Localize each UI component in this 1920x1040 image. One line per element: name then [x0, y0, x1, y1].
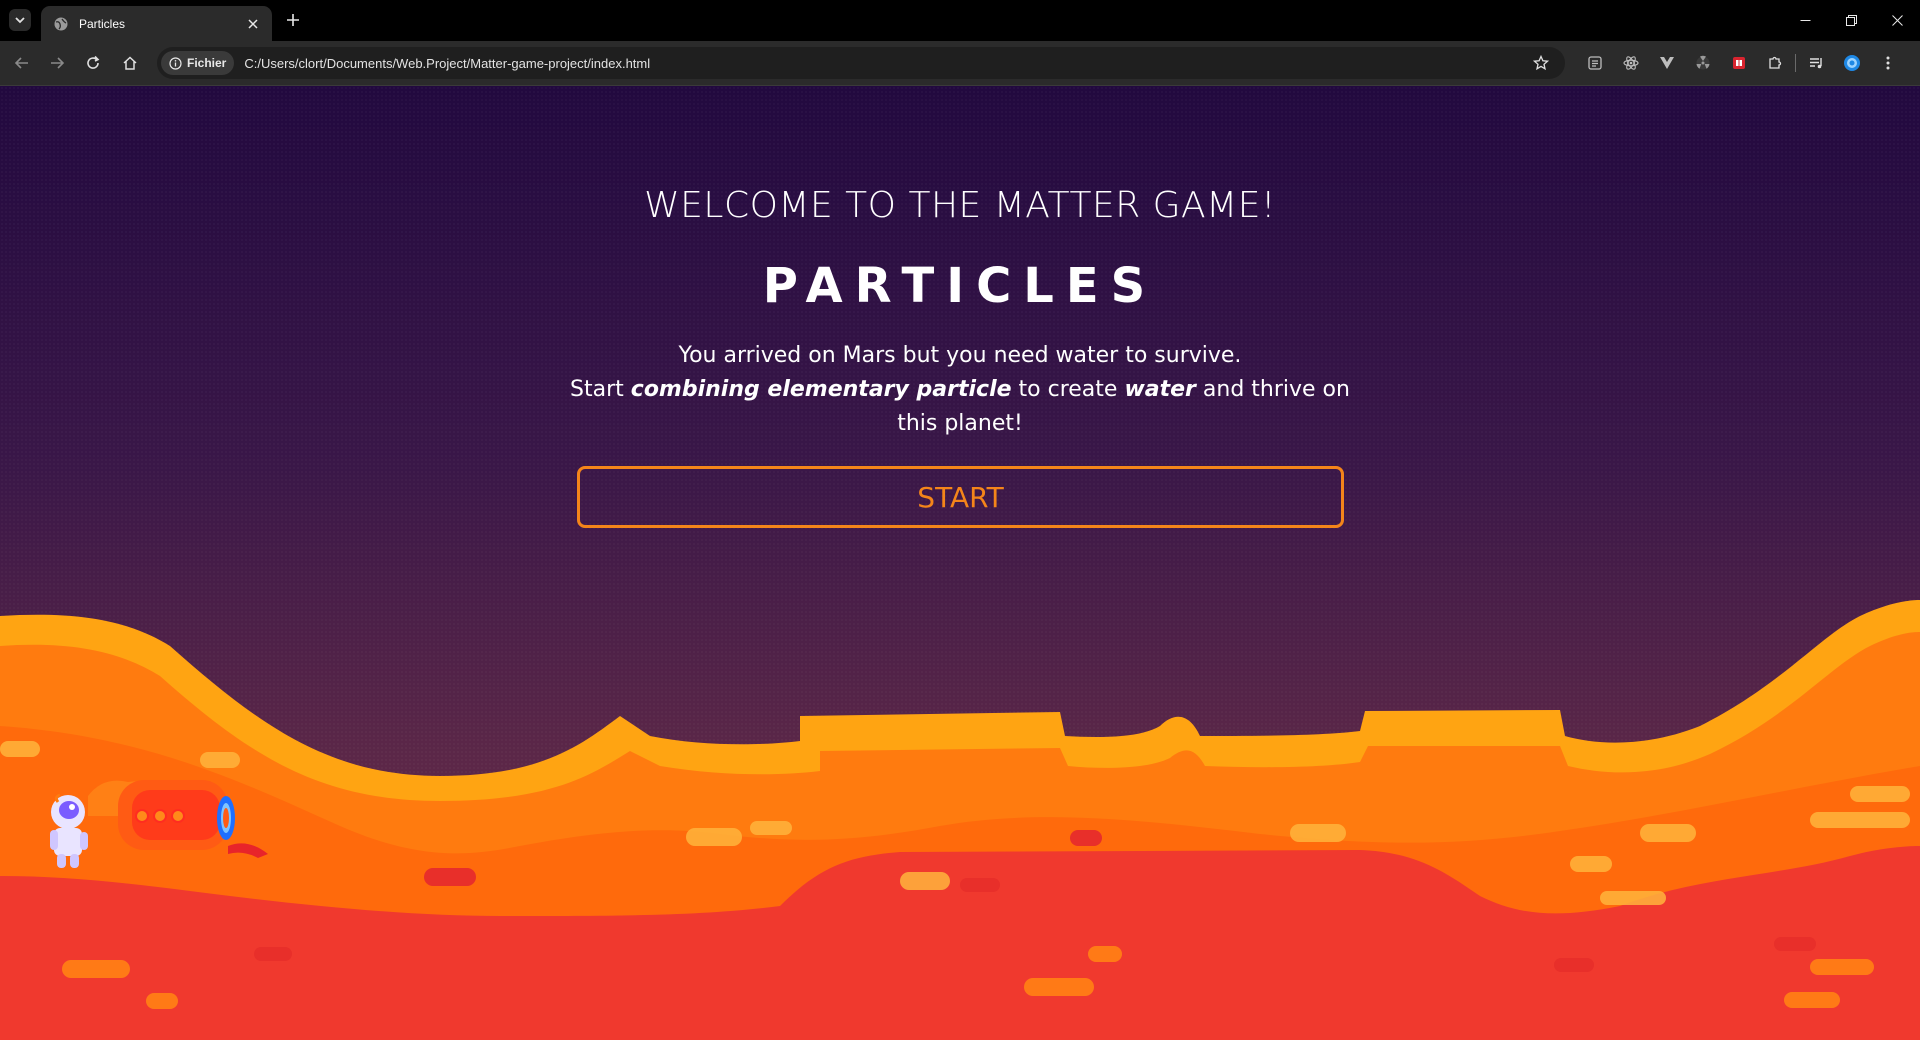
- react-devtools-icon[interactable]: [1613, 49, 1649, 77]
- close-tab-icon[interactable]: [244, 15, 262, 33]
- radioactive-extension-icon[interactable]: [1685, 49, 1721, 77]
- site-chip-label: Fichier: [187, 56, 227, 70]
- mars-landscape: [0, 600, 1920, 1040]
- intro-line-2: Start combining elementary particle to c…: [560, 373, 1360, 441]
- address-bar[interactable]: Fichier C:/Users/clort/Documents/Web.Pro…: [157, 47, 1565, 79]
- intro-paragraph: You arrived on Mars but you need water t…: [560, 339, 1360, 441]
- tab-search-chevron-icon[interactable]: [9, 9, 31, 31]
- site-info-chip[interactable]: Fichier: [161, 51, 235, 75]
- tab-strip: Particles: [0, 0, 1920, 41]
- new-tab-plus-icon[interactable]: [282, 9, 304, 31]
- browser-toolbar: Fichier C:/Users/clort/Documents/Web.Pro…: [0, 41, 1920, 86]
- minimize-icon[interactable]: [1782, 0, 1828, 40]
- close-window-icon[interactable]: [1874, 0, 1920, 40]
- media-queue-icon[interactable]: [1798, 49, 1834, 77]
- reload-icon[interactable]: [79, 49, 107, 77]
- forward-arrow-icon[interactable]: [43, 49, 71, 77]
- page-viewport: WELCOME TO THE MATTER GAME! PARTICLES Yo…: [0, 86, 1920, 1040]
- intro-emphasis-combining: combining elementary particle: [630, 377, 1012, 402]
- home-icon[interactable]: [116, 49, 144, 77]
- intro-line-1: You arrived on Mars but you need water t…: [678, 343, 1242, 368]
- tab-title: Particles: [79, 16, 126, 31]
- tab-particles[interactable]: Particles: [41, 6, 272, 41]
- back-arrow-icon[interactable]: [8, 49, 36, 77]
- welcome-heading: WELCOME TO THE MATTER GAME!: [644, 185, 1276, 226]
- more-menu-icon[interactable]: [1870, 49, 1906, 77]
- info-icon: [169, 56, 182, 70]
- url-text: C:/Users/clort/Documents/Web.Project/Mat…: [244, 55, 651, 71]
- intro-emphasis-water: water: [1124, 377, 1196, 402]
- red-book-extension-icon[interactable]: [1721, 49, 1757, 77]
- extensions-area: [1577, 49, 1906, 77]
- reading-list-icon[interactable]: [1577, 49, 1613, 77]
- star-icon[interactable]: [1527, 49, 1555, 77]
- restore-icon[interactable]: [1828, 0, 1874, 40]
- vue-devtools-icon[interactable]: [1649, 49, 1685, 77]
- profile-avatar-icon[interactable]: [1834, 49, 1870, 77]
- puzzle-extensions-icon[interactable]: [1757, 49, 1793, 77]
- start-button[interactable]: START: [577, 466, 1344, 528]
- window-controls: [1782, 0, 1920, 40]
- globe-icon: [53, 16, 69, 32]
- game-title: PARTICLES: [762, 258, 1158, 314]
- intro-start-text: Start: [570, 377, 631, 402]
- intro-mid-text: to create: [1011, 377, 1125, 402]
- toolbar-separator: [1795, 54, 1796, 72]
